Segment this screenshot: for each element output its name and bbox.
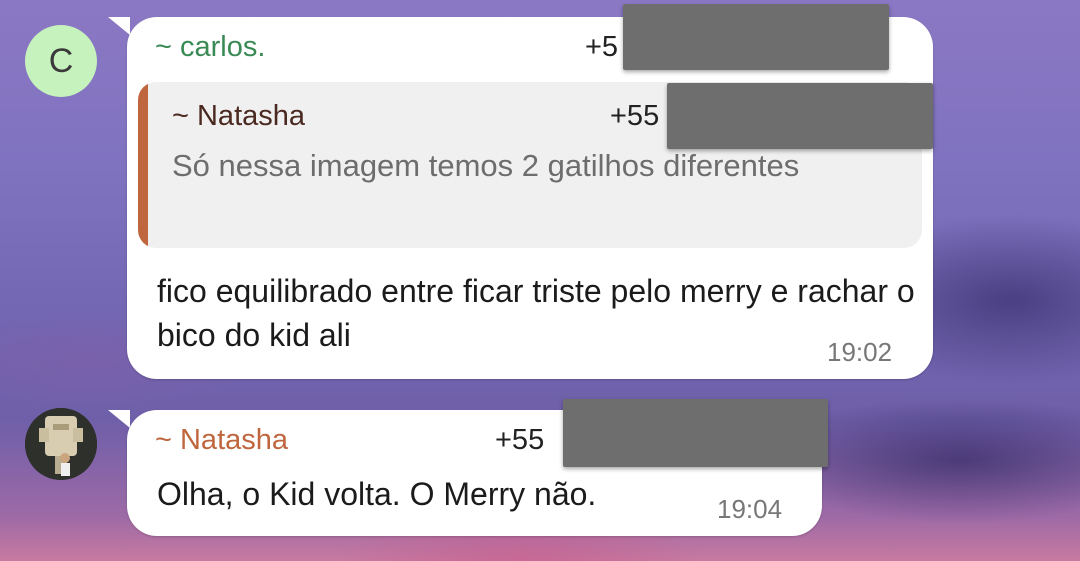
quoted-sender-name: ~ Natasha	[172, 100, 306, 132]
message-bubble[interactable]: ~ carlos. +5 2 ~ Natasha +55 Só nessa im…	[127, 17, 933, 379]
quoted-sender-phone: +55	[610, 100, 660, 132]
message-time: 19:04	[717, 494, 783, 524]
sender-name[interactable]: ~ carlos.	[155, 31, 265, 64]
redaction-box	[623, 4, 889, 70]
sender-avatar-natasha[interactable]	[25, 408, 97, 480]
message-text: Olha, o Kid volta. O Merry não.	[157, 476, 597, 512]
quoted-text: Só nessa imagem temos 2 gatilhos diferen…	[172, 148, 800, 183]
sender-phone-visible: +55	[495, 424, 545, 456]
message-time: 19:02	[827, 337, 893, 367]
sender-avatar-carlos[interactable]: C	[25, 25, 97, 97]
redaction-box	[563, 399, 828, 467]
sender-name[interactable]: ~ Natasha	[155, 424, 288, 457]
quote-accent-bar	[138, 82, 148, 248]
bubble-tail	[108, 410, 130, 428]
avatar-photo-icon	[25, 408, 97, 480]
sender-phone-visible: +5	[585, 31, 619, 63]
avatar-initial: C	[48, 41, 74, 80]
message-text: fico equilibrado entre ficar triste pelo…	[157, 273, 915, 353]
redaction-box	[667, 83, 933, 149]
bubble-tail	[108, 17, 130, 35]
